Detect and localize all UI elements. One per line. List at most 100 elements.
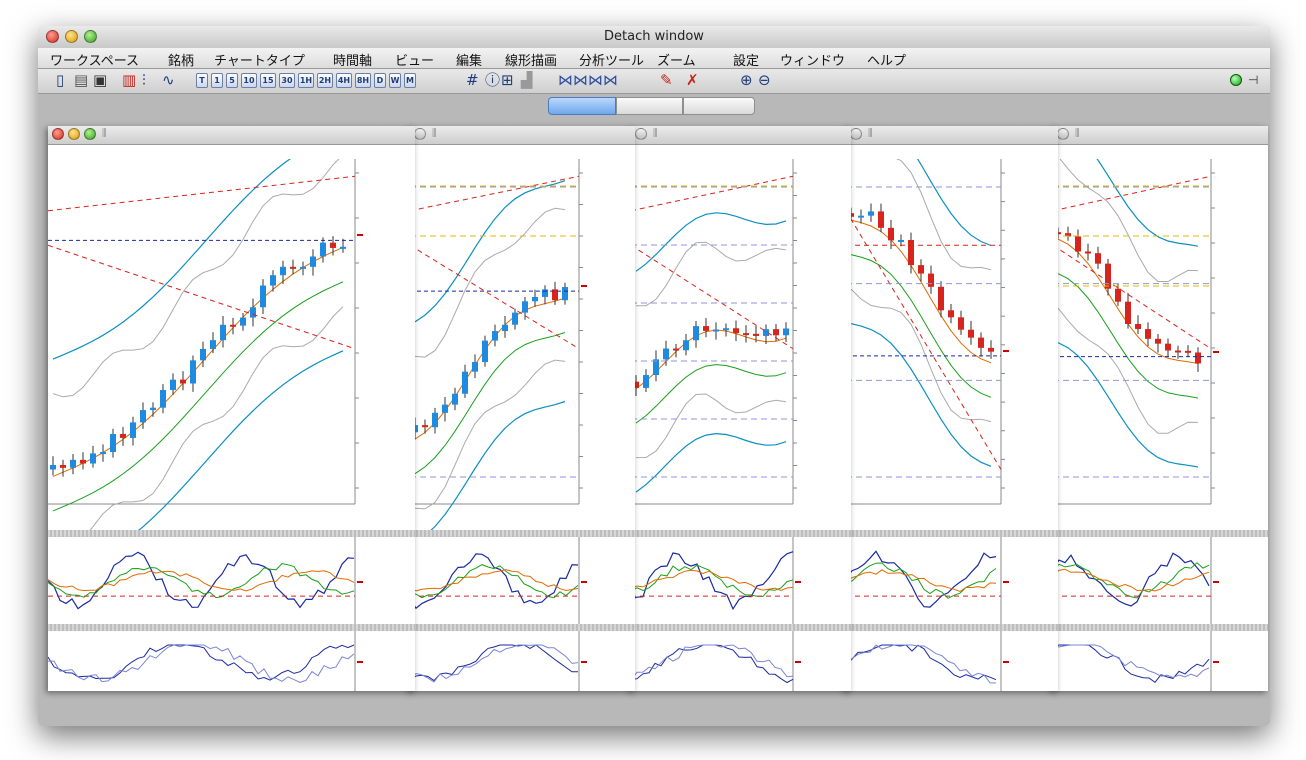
chart-titlebar[interactable]: ⫼ bbox=[631, 126, 851, 145]
timeframe-t-button[interactable]: T bbox=[196, 73, 208, 88]
timeframe-d-button[interactable]: D bbox=[374, 73, 386, 88]
tab-eur-jpy[interactable] bbox=[548, 97, 616, 115]
indicator-line bbox=[52, 129, 344, 360]
timeframe-15-button[interactable]: 15 bbox=[260, 73, 276, 88]
erase-icon[interactable]: ✗ bbox=[686, 72, 699, 89]
timeframe-5-button[interactable]: 5 bbox=[226, 73, 238, 88]
stochastic-pane[interactable] bbox=[48, 631, 415, 691]
chart-zoom-button[interactable] bbox=[84, 128, 96, 140]
symbol-tab-bar bbox=[38, 94, 1270, 118]
new-document-icon[interactable]: ▯ bbox=[56, 72, 64, 89]
pencil-icon[interactable]: ✎ bbox=[660, 72, 673, 89]
candle bbox=[1165, 343, 1171, 351]
menu-item-1[interactable]: 銘柄 bbox=[168, 50, 194, 69]
price-pane[interactable] bbox=[1053, 126, 1268, 530]
chart-window-2[interactable]: ⫼ bbox=[410, 126, 635, 691]
timeframe-4h-button[interactable]: 4H bbox=[336, 73, 352, 88]
timeframe-2h-button[interactable]: 2H bbox=[317, 73, 333, 88]
menu-item-6[interactable]: 線形描画 bbox=[505, 50, 557, 69]
pane-splitter[interactable] bbox=[410, 530, 635, 537]
timeframe-1h-button[interactable]: 1H bbox=[298, 73, 314, 88]
menu-item-2[interactable]: チャートタイプ bbox=[214, 50, 305, 69]
timeframe-1-button[interactable]: 1 bbox=[211, 73, 223, 88]
chart-window-1[interactable]: ⫼ bbox=[48, 126, 415, 691]
last-price-box bbox=[1213, 350, 1219, 353]
line-chart-icon[interactable]: ∿ bbox=[162, 72, 175, 89]
chart-titlebar[interactable]: ⫼ bbox=[1053, 126, 1268, 145]
stochastic-pane[interactable] bbox=[1053, 631, 1268, 691]
chart-close-button[interactable] bbox=[52, 128, 64, 140]
chart-close-button[interactable] bbox=[1057, 128, 1069, 140]
menu-item-11[interactable]: ヘルプ bbox=[867, 50, 906, 69]
chart-window-5[interactable]: ⫼ bbox=[1053, 126, 1268, 691]
chart-window-4[interactable]: ⫼ bbox=[846, 126, 1058, 691]
grid-icon[interactable]: # bbox=[466, 72, 479, 89]
pane-splitter[interactable] bbox=[48, 624, 415, 631]
indicator-line bbox=[52, 306, 344, 550]
indicator-line bbox=[414, 359, 566, 510]
oscillator-value-box bbox=[1003, 661, 1009, 663]
indicator-line bbox=[52, 154, 344, 398]
menu-item-4[interactable]: ビュー bbox=[395, 50, 434, 69]
menu-item-9[interactable]: 設定 bbox=[733, 50, 759, 69]
chart-window-3[interactable]: ⫼ bbox=[631, 126, 851, 691]
pane-splitter[interactable] bbox=[1053, 530, 1268, 537]
chart-close-button[interactable] bbox=[635, 128, 647, 140]
timeframe-10-button[interactable]: 10 bbox=[241, 73, 257, 88]
oscillator-pane[interactable] bbox=[846, 537, 1058, 624]
pane-splitter[interactable] bbox=[631, 530, 851, 537]
chart-minimize-button[interactable] bbox=[68, 128, 80, 140]
timeframe-m-button[interactable]: M bbox=[404, 73, 416, 88]
layout-icon[interactable]: ▤ bbox=[74, 72, 88, 89]
pane-splitter[interactable] bbox=[410, 624, 635, 631]
pin-icon[interactable]: ⊣ bbox=[1248, 72, 1258, 89]
draw-tools-icon[interactable]: ⋈⋈⋈⋈ bbox=[558, 72, 618, 89]
tab-eur-usd[interactable] bbox=[616, 97, 683, 115]
bar-chart-icon[interactable]: ⫶ bbox=[142, 72, 146, 89]
chart-close-button[interactable] bbox=[414, 128, 426, 140]
stochastic-pane[interactable] bbox=[410, 631, 635, 691]
price-pane[interactable] bbox=[846, 126, 1058, 530]
timeframe-30-button[interactable]: 30 bbox=[279, 73, 295, 88]
oscillator-pane[interactable] bbox=[410, 537, 635, 624]
menu-item-7[interactable]: 分析ツール bbox=[579, 50, 644, 69]
pane-splitter[interactable] bbox=[48, 530, 415, 537]
zoom-out-icon[interactable]: ⊖ bbox=[758, 72, 771, 89]
crosshair-icon[interactable]: ⊞ bbox=[501, 72, 514, 89]
zoom-in-icon[interactable]: ⊕ bbox=[740, 72, 753, 89]
candle bbox=[1095, 253, 1101, 264]
pane-splitter[interactable] bbox=[846, 530, 1058, 537]
oscillator-line bbox=[410, 644, 579, 682]
info-icon[interactable]: ⓘ bbox=[485, 72, 500, 89]
oscillator-pane[interactable] bbox=[631, 537, 851, 624]
menu-item-0[interactable]: ワークスペース bbox=[50, 50, 139, 69]
chart-close-button[interactable] bbox=[850, 128, 862, 140]
price-pane[interactable] bbox=[48, 129, 415, 581]
chart-titlebar[interactable]: ⫼ bbox=[846, 126, 1058, 145]
pane-splitter[interactable] bbox=[846, 624, 1058, 631]
menu-item-5[interactable]: 編集 bbox=[456, 50, 482, 69]
candle bbox=[908, 240, 914, 266]
menu-item-3[interactable]: 時間軸 bbox=[333, 50, 372, 69]
stochastic-pane[interactable] bbox=[631, 631, 851, 691]
chart-titlebar[interactable]: ⫼ bbox=[48, 126, 415, 145]
timeframe-8h-button[interactable]: 8H bbox=[355, 73, 371, 88]
oscillator-line bbox=[410, 569, 579, 592]
oscillator-pane[interactable] bbox=[48, 537, 415, 624]
stochastic-pane[interactable] bbox=[846, 631, 1058, 691]
save-icon[interactable]: ▣ bbox=[93, 72, 107, 89]
price-pane[interactable] bbox=[410, 159, 635, 544]
candle bbox=[1195, 352, 1201, 364]
oscillator-value-box bbox=[1213, 580, 1219, 583]
tab-gbp-jpy[interactable] bbox=[683, 97, 755, 115]
price-pane[interactable] bbox=[631, 159, 851, 530]
oscillator-pane[interactable] bbox=[1053, 537, 1268, 624]
pane-splitter[interactable] bbox=[631, 624, 851, 631]
timeframe-w-button[interactable]: W bbox=[389, 73, 401, 88]
menu-item-10[interactable]: ウィンドウ bbox=[780, 50, 845, 69]
candlestick-icon[interactable]: ▥ bbox=[122, 72, 136, 89]
fit-icon[interactable]: ▟ bbox=[521, 72, 533, 89]
pane-splitter[interactable] bbox=[1053, 624, 1268, 631]
menu-item-8[interactable]: ズーム bbox=[657, 50, 696, 69]
chart-titlebar[interactable]: ⫼ bbox=[410, 126, 635, 145]
